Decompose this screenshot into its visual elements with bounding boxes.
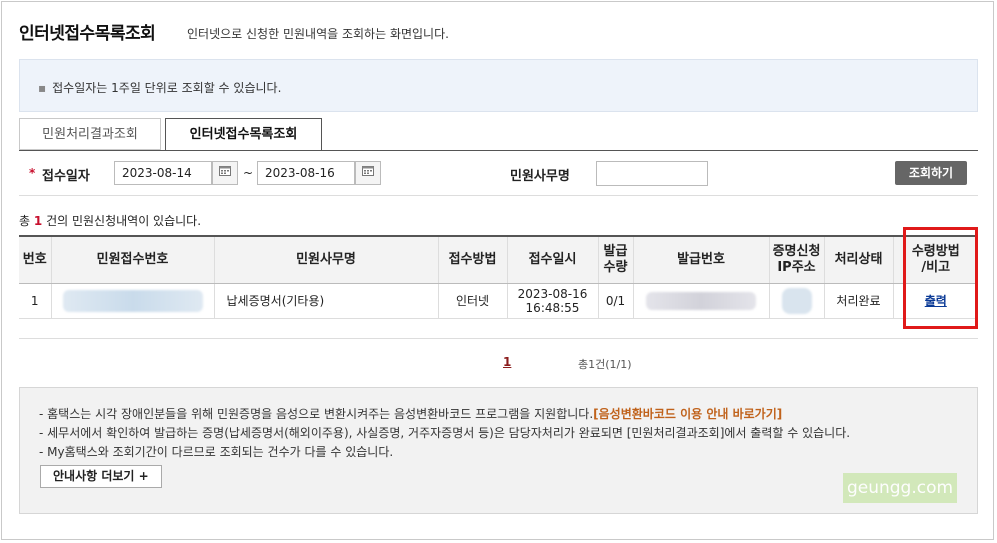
redacted-receipt-no: [62, 290, 203, 312]
search-button[interactable]: 조회하기: [895, 161, 967, 185]
result-count: 총 1 건의 민원신청내역이 있습니다.: [19, 214, 202, 228]
table-row: 1 납세증명서(기타용) 인터넷 2023-08-16 16:48:55 0/1 …: [19, 283, 978, 319]
col-header-issue-no: 발급번호: [632, 235, 769, 284]
cell-office-name: 납세증명서(기타용): [213, 283, 438, 319]
range-separator: ~: [243, 166, 254, 180]
cell-no: 1: [19, 283, 51, 319]
page-description: 인터넷으로 신청한 민원내역을 조회하는 화면입니다.: [187, 27, 449, 41]
cell-method: 인터넷: [437, 283, 507, 319]
divider: [19, 338, 978, 339]
date-from-input[interactable]: 2023-08-14: [114, 161, 212, 185]
col-header-method: 접수방법: [437, 235, 507, 284]
notice-message: 접수일자는 1주일 단위로 조회할 수 있습니다.: [52, 81, 282, 95]
required-mark: *: [29, 166, 36, 180]
bullet-icon: ▪: [38, 81, 47, 95]
highlight-box: [903, 227, 978, 329]
office-name-input[interactable]: [596, 161, 708, 186]
page-title: 인터넷접수목록조회: [19, 24, 156, 44]
page-total: 총1건(1/1): [578, 358, 632, 371]
cell-ip: [768, 283, 824, 319]
redacted-ip: [781, 288, 812, 314]
cell-receipt-no: [50, 283, 214, 319]
calendar-icon[interactable]: [355, 161, 381, 185]
date-to-input[interactable]: 2023-08-16: [257, 161, 355, 185]
tab-bar: 민원처리결과조회 인터넷접수목록조회: [19, 118, 978, 151]
redacted-issue-no: [646, 292, 756, 310]
info-line-1: - 홈택스는 시각 장애인분들을 위해 민원증명을 음성으로 변환시켜주는 음성…: [39, 407, 783, 421]
notice-box: ▪ 접수일자는 1주일 단위로 조회할 수 있습니다.: [19, 59, 978, 112]
results-table: 번호 민원접수번호 민원사무명 접수방법 접수일시 발급 수량 발급번호 증명신…: [19, 235, 978, 319]
office-name-label: 민원사무명: [510, 169, 570, 184]
col-header-office-name: 민원사무명: [213, 235, 438, 284]
col-header-receipt-no: 민원접수번호: [50, 235, 214, 284]
notice-text: ▪ 접수일자는 1주일 단위로 조회할 수 있습니다.: [38, 79, 281, 96]
watermark: geungg.com: [843, 473, 957, 503]
cell-date: 2023-08-16 16:48:55: [506, 283, 598, 319]
col-header-date: 접수일시: [506, 235, 598, 284]
info-line-3: - My홈택스와 조회기간이 다르므로 조회되는 건수가 다를 수 있습니다.: [39, 445, 394, 459]
result-count-number: 1: [33, 214, 43, 228]
tab-internet-receipt-list[interactable]: 인터넷접수목록조회: [165, 118, 322, 151]
page-link-1[interactable]: 1: [503, 355, 511, 369]
date-label: 접수일자: [42, 169, 90, 184]
calendar-icon[interactable]: [212, 161, 238, 185]
cell-status: 처리완료: [823, 283, 893, 319]
col-header-ip: 증명신청 IP주소: [768, 235, 824, 284]
tab-result-inquiry[interactable]: 민원처리결과조회: [19, 118, 161, 150]
more-info-button[interactable]: 안내사항 더보기 +: [40, 465, 162, 488]
col-header-status: 처리상태: [823, 235, 893, 284]
table-header-row: 번호 민원접수번호 민원사무명 접수방법 접수일시 발급 수량 발급번호 증명신…: [19, 235, 978, 284]
voice-barcode-link[interactable]: [음성변환바코드 이용 안내 바로가기]: [593, 407, 782, 421]
cell-quantity: 0/1: [597, 283, 633, 319]
col-header-no: 번호: [19, 235, 51, 284]
info-line-2: - 세무서에서 확인하여 발급하는 증명(납세증명서(해외이주용), 사실증명,…: [39, 426, 851, 440]
info-box: - 홈택스는 시각 장애인분들을 위해 민원증명을 음성으로 변환시켜주는 음성…: [19, 387, 978, 514]
cell-issue-no: [632, 283, 769, 319]
search-bar: * 접수일자 2023-08-14 ~ 2023-08-16 민원사무명 조회하…: [19, 151, 978, 196]
col-header-quantity: 발급 수량: [597, 235, 633, 284]
